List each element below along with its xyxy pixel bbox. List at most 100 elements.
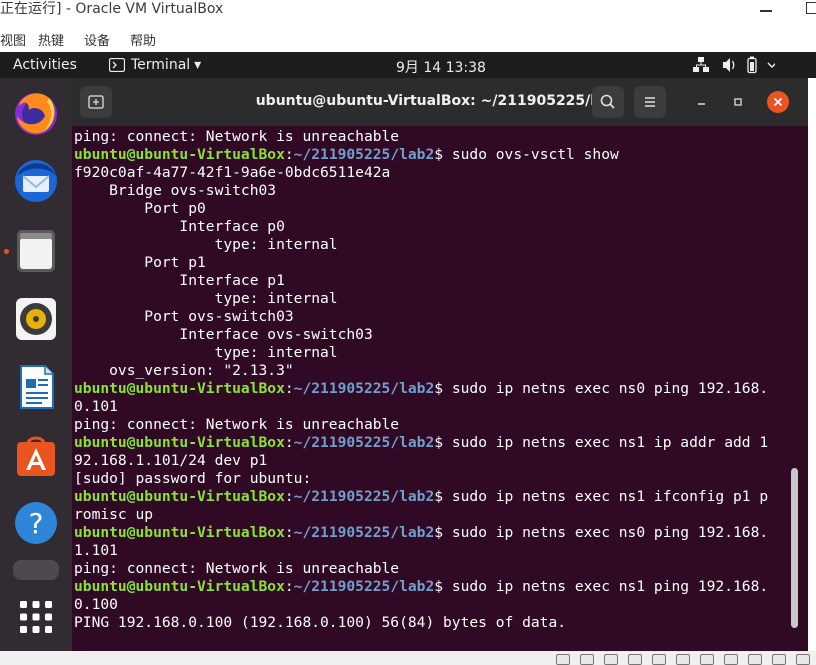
ubuntu-software-icon[interactable] [13, 432, 59, 478]
prompt-command: $ sudo ip netns exec ns0 ping 192.168. [434, 524, 769, 541]
terminal-scrollbar[interactable] [791, 468, 798, 628]
firefox-icon[interactable] [13, 90, 59, 136]
prompt-command: $ sudo ip netns exec ns1 ip addr add 1 [434, 434, 769, 451]
prompt-user: ubuntu@ubuntu-VirtualBox [74, 146, 285, 163]
prompt-path: ~/211905225/lab2 [293, 146, 435, 163]
system-status-menu[interactable] [693, 56, 777, 78]
terminal-output-line: type: internal [74, 290, 784, 308]
maximize-window-button[interactable] [806, 2, 816, 14]
line-text: PING 192.168.0.100 (192.168.0.100) 56(84… [74, 614, 567, 631]
terminal-output[interactable]: ping: connect: Network is unreachable ubu… [74, 128, 784, 648]
terminal-output-line: 1.101 [74, 542, 784, 560]
prompt-command: $ sudo ip netns exec ns0 ping 192.168. [434, 380, 769, 397]
terminal-output-line: [sudo] password for ubuntu: [74, 470, 784, 488]
close-button[interactable] [767, 91, 789, 113]
terminal-output-line: Port p1 [74, 254, 784, 272]
app-menu-label: Terminal [131, 57, 191, 73]
prompt-command: $ sudo ip netns exec ns1 ifconfig p1 p [434, 488, 769, 505]
prompt-user: ubuntu@ubuntu-VirtualBox [74, 578, 285, 595]
terminal-prompt-line: ubuntu@ubuntu-VirtualBox:~/211905225/lab… [74, 380, 784, 398]
menu-help[interactable]: 帮助 [130, 30, 156, 49]
minimize-window-button[interactable] [760, 10, 772, 12]
help-icon[interactable]: ? [13, 500, 59, 546]
line-text: ping: connect: Network is unreachable [74, 128, 400, 145]
ubuntu-dock: ? [0, 78, 72, 655]
prompt-command: $ sudo ovs-vsctl show [434, 146, 619, 163]
terminal-prompt-line: ubuntu@ubuntu-VirtualBox:~/211905225/lab… [74, 524, 784, 542]
prompt-separator: : [284, 524, 294, 541]
virtualbox-menubar: 视图 热键 设备 帮助 [0, 26, 816, 52]
prompt-user: ubuntu@ubuntu-VirtualBox [74, 380, 285, 397]
menu-devices[interactable]: 设备 [84, 30, 110, 49]
terminal-output-line: 0.101 [74, 398, 784, 416]
line-text: Interface p0 [74, 218, 285, 235]
hard-disk-status-icon[interactable] [556, 654, 570, 665]
libreoffice-writer-icon[interactable] [13, 364, 59, 410]
search-icon [600, 94, 615, 109]
terminal-output-line: ping: connect: Network is unreachable [74, 416, 784, 434]
optical-drive-status-icon[interactable] [580, 654, 594, 665]
maximize-icon [734, 98, 742, 106]
minimize-button[interactable] [694, 94, 710, 110]
shared-folders-status-icon[interactable] [676, 654, 690, 665]
app-grid-icon[interactable] [13, 594, 59, 640]
line-text: Port ovs-switch03 [74, 308, 294, 325]
prompt-separator: : [284, 146, 294, 163]
network-icon [693, 57, 709, 72]
terminal-app-menu[interactable]: Terminal ▾ [109, 57, 201, 73]
usb-status-icon[interactable] [652, 654, 666, 665]
terminal-prompt-line: ubuntu@ubuntu-VirtualBox:~/211905225/lab… [74, 146, 784, 164]
terminal-output-line: ovs_version: "2.13.3" [74, 362, 784, 380]
line-text: Port p1 [74, 254, 206, 271]
menu-view[interactable]: 视图 [0, 30, 26, 49]
rhythmbox-icon[interactable] [13, 296, 59, 342]
terminal-output-line: 92.168.1.101/24 dev p1 [74, 452, 784, 470]
line-text: f920c0af-4a77-42f1-9a6e-0bdc6511e42a [74, 164, 391, 181]
hamburger-menu-button[interactable] [634, 86, 666, 118]
cpu-status-icon[interactable] [748, 654, 762, 665]
prompt-command: $ sudo ip netns exec ns1 ping 192.168. [434, 578, 769, 595]
menu-hotkeys[interactable]: 热键 [38, 30, 64, 49]
mouse-integration-status-icon[interactable] [772, 654, 786, 665]
line-text: Port p0 [74, 200, 206, 217]
network-status-icon[interactable] [628, 654, 642, 665]
terminal-small-icon [109, 58, 125, 72]
maximize-button[interactable] [730, 94, 746, 110]
host-key-status-icon[interactable] [796, 654, 810, 665]
svg-text:?: ? [29, 507, 44, 540]
audio-status-icon[interactable] [604, 654, 618, 665]
thunderbird-icon[interactable] [13, 158, 59, 204]
terminal-output-line: f920c0af-4a77-42f1-9a6e-0bdc6511e42a [74, 164, 784, 182]
line-text: Interface ovs-switch03 [74, 326, 373, 343]
battery-icon [747, 56, 757, 74]
prompt-path: ~/211905225/lab2 [293, 488, 435, 505]
activities-button[interactable]: Activities [13, 57, 77, 73]
terminal-output-line: type: internal [74, 344, 784, 362]
terminal-output-line: PING 192.168.0.100 (192.168.0.100) 56(84… [74, 614, 784, 632]
line-text: [sudo] password for ubuntu: [74, 470, 312, 487]
prompt-separator: : [284, 578, 294, 595]
terminal-output-line: Bridge ovs-switch03 [74, 182, 784, 200]
terminal-output-line: 0.100 [74, 596, 784, 614]
files-icon[interactable] [13, 228, 59, 274]
gnome-top-bar: Activities Terminal ▾ 9月 14 13:38 [0, 52, 816, 78]
prompt-separator: : [284, 434, 294, 451]
line-text: romisc up [74, 506, 154, 523]
terminal-output-line: Port ovs-switch03 [74, 308, 784, 326]
prompt-path: ~/211905225/lab2 [293, 434, 435, 451]
line-text: 1.101 [74, 542, 118, 559]
search-button[interactable] [592, 86, 624, 118]
terminal-output-line: Interface p0 [74, 218, 784, 236]
line-text: ping: connect: Network is unreachable [74, 416, 400, 433]
window-title: 正在运行] - Oracle VM VirtualBox [0, 1, 224, 17]
display-status-icon[interactable] [700, 654, 714, 665]
line-text: type: internal [74, 236, 338, 253]
hamburger-menu-icon [645, 97, 655, 107]
disk-icon[interactable] [13, 560, 59, 580]
clock[interactable]: 9月 14 13:38 [396, 57, 486, 77]
virtualbox-status-strip [0, 651, 816, 665]
close-icon [773, 97, 783, 107]
line-text: Bridge ovs-switch03 [74, 182, 277, 199]
chevron-down-icon: ▾ [194, 57, 202, 73]
recording-status-icon[interactable] [724, 654, 738, 665]
